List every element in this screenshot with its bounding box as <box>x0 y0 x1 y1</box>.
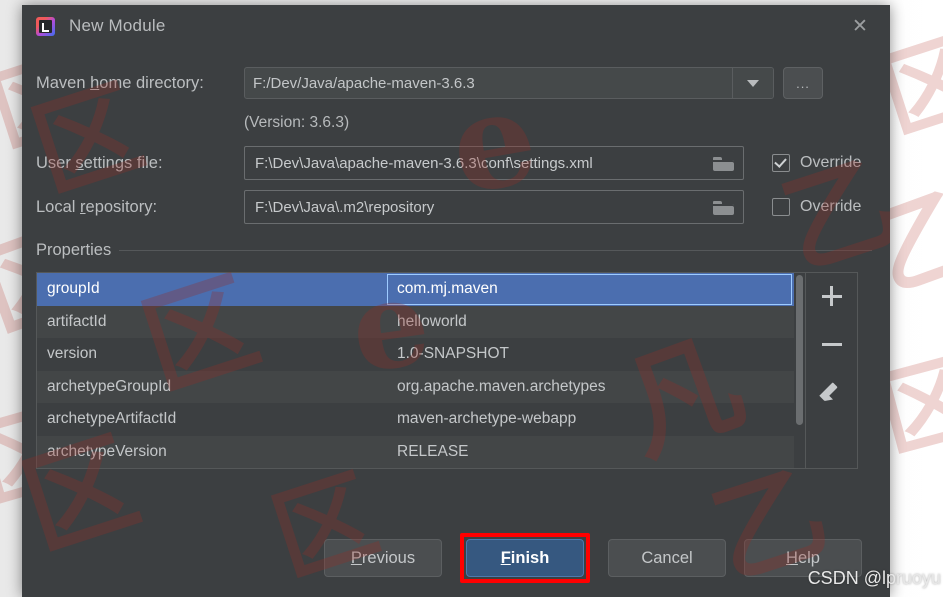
maven-home-browse-button[interactable]: ... <box>783 67 823 99</box>
local-repository-override-label: Override <box>800 198 862 215</box>
new-module-dialog: New Module ✕ Maven home directory: F:/De… <box>22 5 890 597</box>
user-settings-field[interactable]: F:\Dev\Java\apache-maven-3.6.3\conf\sett… <box>244 146 744 180</box>
properties-scrollbar[interactable] <box>794 273 805 468</box>
properties-table: groupId com.mj.maven artifactId hellowor… <box>36 272 806 469</box>
mnemonic-char: P <box>350 548 362 567</box>
property-key: archetypeArtifactId <box>47 410 177 428</box>
maven-home-label: Maven home directory: <box>36 73 204 92</box>
local-repository-row: Local repository: F:\Dev\Java\.m2\reposi… <box>22 185 890 229</box>
table-row[interactable]: archetypeVersion RELEASE <box>37 435 794 469</box>
table-row[interactable]: artifactId helloworld <box>37 305 794 339</box>
properties-table-rows: groupId com.mj.maven artifactId hellowor… <box>37 273 794 468</box>
edit-property-button[interactable] <box>815 375 849 409</box>
user-settings-override-label: Override <box>800 154 862 171</box>
table-row[interactable]: archetypeArtifactId maven-archetype-weba… <box>37 403 794 436</box>
local-repository-override-checkbox[interactable] <box>772 198 790 216</box>
dialog-footer: Previous Finish Cancel Help <box>22 533 890 583</box>
cancel-button[interactable]: Cancel <box>608 539 726 577</box>
dialog-titlebar: New Module ✕ <box>22 5 890 47</box>
property-value[interactable]: 1.0-SNAPSHOT <box>387 338 794 371</box>
table-row[interactable]: groupId com.mj.maven <box>37 273 794 306</box>
properties-toolbar <box>806 272 858 469</box>
property-value[interactable]: org.apache.maven.archetypes <box>387 371 794 404</box>
minus-icon <box>821 342 842 346</box>
table-row[interactable]: archetypeGroupId org.apache.maven.archet… <box>37 370 794 404</box>
add-property-button[interactable] <box>815 279 849 313</box>
local-repository-value[interactable]: F:\Dev\Java\.m2\repository <box>255 199 713 216</box>
folder-icon[interactable] <box>713 155 735 172</box>
chevron-down-icon[interactable] <box>732 68 773 98</box>
user-settings-override[interactable]: Override <box>772 154 861 172</box>
intellij-idea-icon <box>36 16 55 36</box>
maven-home-combobox[interactable]: F:/Dev/Java/apache-maven-3.6.3 <box>244 67 774 99</box>
property-key: archetypeVersion <box>47 442 167 460</box>
maven-version-text: (Version: 3.6.3) <box>244 114 350 131</box>
property-key: version <box>47 345 97 363</box>
user-settings-value[interactable]: F:\Dev\Java\apache-maven-3.6.3\conf\sett… <box>255 155 713 172</box>
previous-button[interactable]: Previous <box>324 539 442 577</box>
maven-version-row: (Version: 3.6.3) <box>22 105 890 141</box>
local-repository-field[interactable]: F:\Dev\Java\.m2\repository <box>244 190 744 224</box>
table-row[interactable]: version 1.0-SNAPSHOT <box>37 338 794 371</box>
property-value[interactable]: maven-archetype-webapp <box>387 403 794 436</box>
scrollbar-thumb[interactable] <box>796 275 803 425</box>
properties-body: groupId com.mj.maven artifactId hellowor… <box>36 272 890 469</box>
property-value[interactable]: RELEASE <box>387 436 794 469</box>
finish-button-wrapper: Finish <box>460 533 590 583</box>
property-value-editing[interactable]: com.mj.maven <box>387 274 792 305</box>
local-repository-override[interactable]: Override <box>772 198 861 216</box>
property-value[interactable]: helloworld <box>387 306 794 339</box>
maven-home-row: Maven home directory: F:/Dev/Java/apache… <box>22 61 890 105</box>
properties-title: Properties <box>36 241 112 259</box>
folder-icon[interactable] <box>713 199 735 216</box>
mnemonic-char: h <box>90 73 100 92</box>
maven-home-value[interactable]: F:/Dev/Java/apache-maven-3.6.3 <box>245 68 732 98</box>
mnemonic-char: F <box>500 548 511 567</box>
properties-group: Properties groupId com.mj.maven artifact… <box>22 241 890 469</box>
user-settings-label: User settings file: <box>36 153 163 172</box>
plus-icon <box>821 286 842 306</box>
user-settings-override-checkbox[interactable] <box>772 154 790 172</box>
caret-glyph <box>747 79 759 87</box>
mnemonic-char: s <box>75 153 84 172</box>
properties-header: Properties <box>36 241 890 260</box>
pencil-icon <box>821 381 843 403</box>
csdn-watermark: CSDN @lpruoyu <box>807 568 941 588</box>
finish-button[interactable]: Finish <box>466 539 584 577</box>
maven-settings-form: Maven home directory: F:/Dev/Java/apache… <box>22 47 890 229</box>
property-key: artifactId <box>47 312 107 330</box>
property-key: groupId <box>47 280 100 298</box>
dialog-title: New Module <box>69 16 166 35</box>
group-divider <box>119 250 872 251</box>
local-repository-label: Local repository: <box>36 197 158 216</box>
close-icon[interactable]: ✕ <box>838 5 882 47</box>
remove-property-button[interactable] <box>815 327 849 361</box>
user-settings-row: User settings file: F:\Dev\Java\apache-m… <box>22 141 890 185</box>
mnemonic-char: H <box>786 548 798 567</box>
property-key: archetypeGroupId <box>47 377 172 395</box>
